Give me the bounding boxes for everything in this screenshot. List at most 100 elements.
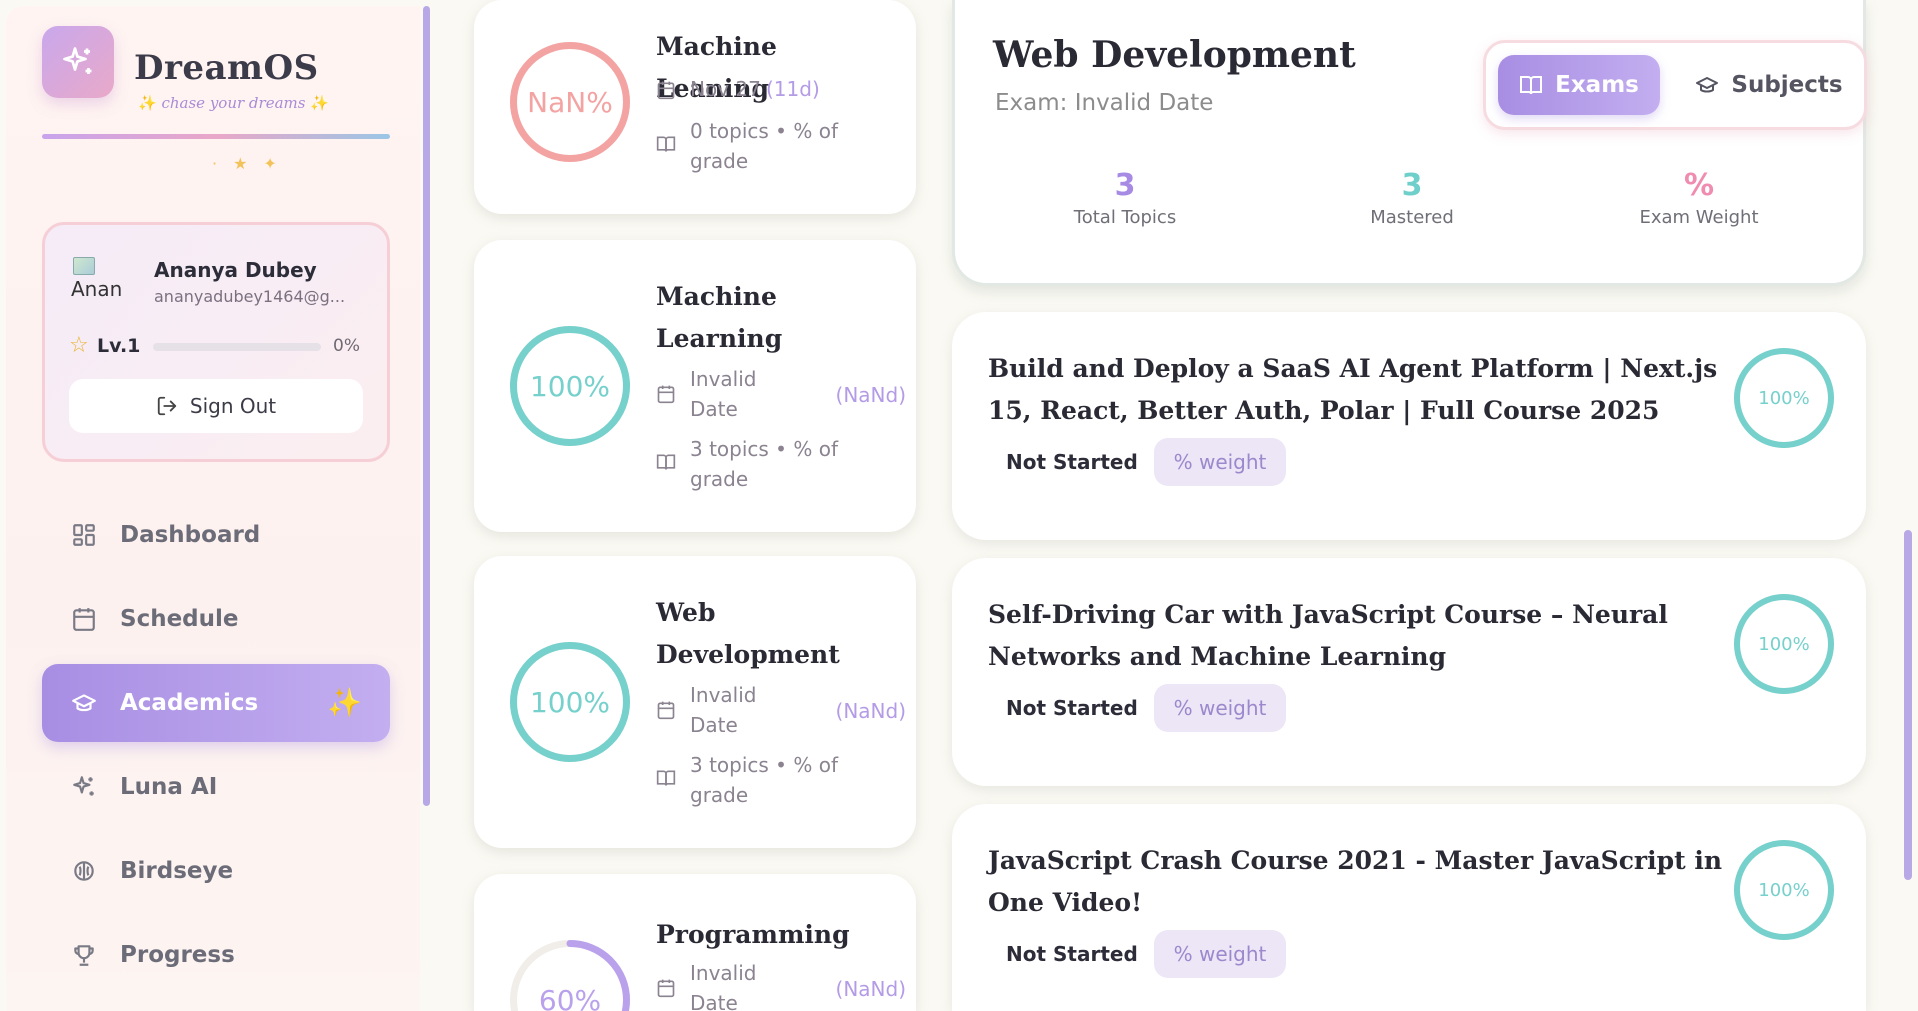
main-scrollbar[interactable] — [1904, 530, 1912, 880]
profile-card: Anan Ananya Dubey ananyadubey1464@g... ☆… — [42, 222, 390, 462]
book-icon — [656, 450, 676, 470]
calendar-icon — [70, 605, 98, 633]
exam-progress-ring: 60% — [510, 940, 630, 1011]
topic-title: JavaScript Crash Course 2021 - Master Ja… — [988, 846, 1722, 917]
stat-value: % — [1683, 168, 1715, 203]
sidebar-item-label: Schedule — [120, 606, 239, 632]
avatar: Anan — [71, 277, 123, 301]
sidebar-item-academics[interactable]: Academics ✨ — [42, 664, 390, 742]
topic-status: Not Started — [1006, 696, 1138, 720]
stat-value: 3 — [1401, 168, 1423, 203]
exam-topics-row: 3 topics • % of grade — [656, 750, 896, 810]
sign-out-button[interactable]: Sign Out — [69, 379, 363, 433]
brand-title: DreamOS — [134, 48, 319, 88]
topic-card[interactable]: Build and Deploy a SaaS AI Agent Platfor… — [952, 312, 1866, 540]
detail-subtitle: Exam: Invalid Date — [995, 90, 1214, 116]
topic-card[interactable]: JavaScript Crash Course 2021 - Master Ja… — [952, 804, 1866, 1011]
exam-card[interactable]: NaN% Machine Leaning Nov 27 (11d) 0 topi… — [474, 0, 916, 214]
view-toggle: Exams Subjects — [1483, 40, 1867, 130]
sidebar-item-progress[interactable]: Progress — [42, 916, 390, 994]
exam-date-row: Nov 27 (11d) — [656, 74, 896, 104]
sparkle-icon: ✨ — [138, 94, 157, 112]
exam-days-left: (11d) — [766, 77, 820, 101]
level-row: ☆ Lv.1 0% — [69, 333, 369, 358]
exam-days-left: (NaNd) — [835, 977, 906, 1001]
level-percent: 0% — [333, 336, 360, 356]
decorative-stars: ·★✦ — [212, 154, 293, 173]
stat-mastered: 3 Mastered — [1312, 168, 1512, 228]
sparkles-icon — [63, 47, 92, 74]
topic-title: Self-Driving Car with JavaScript Course … — [988, 600, 1668, 671]
exam-card[interactable]: 100% Machine Learning Invalid Date (NaNd… — [474, 240, 916, 532]
sidebar-item-luna-ai[interactable]: Luna AI — [42, 748, 390, 826]
sparkles-icon — [70, 773, 98, 801]
trophy-icon — [70, 941, 98, 969]
ring-percent-label: 100% — [1758, 387, 1810, 409]
sidebar-item-label: Luna AI — [120, 774, 218, 800]
stat-label: Total Topics — [1073, 207, 1177, 228]
exam-date: Invalid Date — [690, 683, 757, 737]
topic-weight-badge[interactable]: % weight — [1154, 684, 1286, 732]
tab-subjects[interactable]: Subjects — [1684, 55, 1854, 115]
detail-title: Web Development — [993, 34, 1356, 76]
ring-percent-label: 60% — [538, 983, 602, 1011]
sign-out-label: Sign Out — [189, 394, 277, 418]
topic-weight-badge[interactable]: % weight — [1154, 930, 1286, 978]
ring-percent-label: 100% — [529, 685, 611, 719]
exam-card[interactable]: 100% Web Development Invalid Date (NaNd)… — [474, 556, 916, 848]
book-open-icon — [1520, 76, 1543, 95]
topic-card[interactable]: Self-Driving Car with JavaScript Course … — [952, 558, 1866, 786]
topic-progress-ring: 100% — [1734, 594, 1834, 694]
book-icon — [656, 132, 676, 152]
brand-divider — [42, 134, 390, 139]
exam-topics-row: 3 topics • % of grade — [656, 434, 896, 494]
calendar-icon — [656, 78, 676, 100]
sidebar-item-dashboard[interactable]: Dashboard — [42, 496, 390, 574]
calendar-icon — [656, 382, 676, 404]
exam-topics: 0 topics • % of grade — [690, 119, 838, 173]
topic-status: Not Started — [1006, 942, 1138, 966]
exam-progress-ring: NaN% — [510, 42, 630, 162]
stat-label: Exam Weight — [1639, 207, 1759, 228]
exam-topics: 3 topics • % of grade — [690, 437, 838, 491]
brain-icon — [70, 857, 98, 885]
sidebar-item-birdseye[interactable]: Birdseye — [42, 832, 390, 910]
topic-weight-badge[interactable]: % weight — [1154, 438, 1286, 486]
level-progress-bar — [153, 343, 321, 351]
topic-progress-ring: 100% — [1734, 840, 1834, 940]
calendar-icon — [656, 698, 676, 720]
sidebar: DreamOS ✨ chase your dreams ✨ ·★✦ Anan A… — [6, 6, 420, 1011]
ring-percent-label: 100% — [1758, 633, 1810, 655]
ring-percent-label: 100% — [529, 369, 611, 403]
book-icon — [656, 766, 676, 786]
brand-tagline: ✨ chase your dreams ✨ — [138, 94, 329, 112]
sidebar-item-schedule[interactable]: Schedule — [42, 580, 390, 658]
star-icon: ☆ — [69, 333, 89, 358]
exam-detail-card: Web Development Exam: Invalid Date Exams… — [952, 0, 1867, 286]
calendar-icon — [656, 976, 676, 998]
ring-percent-label: 100% — [1758, 879, 1810, 901]
sidebar-item-label: Progress — [120, 942, 235, 968]
topic-status: Not Started — [1006, 450, 1138, 474]
tab-exams[interactable]: Exams — [1498, 55, 1660, 115]
exam-card[interactable]: 60% Programming Invalid Date (NaNd) — [474, 874, 916, 1011]
tab-exams-label: Exams — [1555, 72, 1639, 98]
sidebar-scrollbar[interactable] — [423, 6, 430, 806]
sparkle-icon: ✨ — [310, 94, 329, 112]
sidebar-nav: Dashboard Schedule Academics ✨ Luna AI B… — [42, 496, 390, 1000]
exam-date-row: Invalid Date (NaNd) — [656, 680, 906, 740]
sidebar-item-label: Dashboard — [120, 522, 261, 548]
exam-days-left: (NaNd) — [835, 383, 906, 407]
graduation-cap-icon — [70, 689, 98, 717]
brand-tagline-text: chase your dreams — [161, 94, 306, 112]
sidebar-item-label: Birdseye — [120, 858, 234, 884]
level-label: Lv.1 — [97, 335, 141, 357]
exam-days-left: (NaNd) — [835, 699, 906, 723]
app-logo[interactable] — [42, 26, 114, 98]
ring-percent-label: NaN% — [527, 85, 613, 119]
stat-exam-weight: % Exam Weight — [1599, 168, 1799, 228]
exam-topics: 3 topics • % of grade — [690, 753, 838, 807]
exam-progress-ring: 100% — [510, 642, 630, 762]
sparkle-icon: ✨ — [327, 686, 362, 719]
exam-date: Invalid Date — [690, 367, 757, 421]
